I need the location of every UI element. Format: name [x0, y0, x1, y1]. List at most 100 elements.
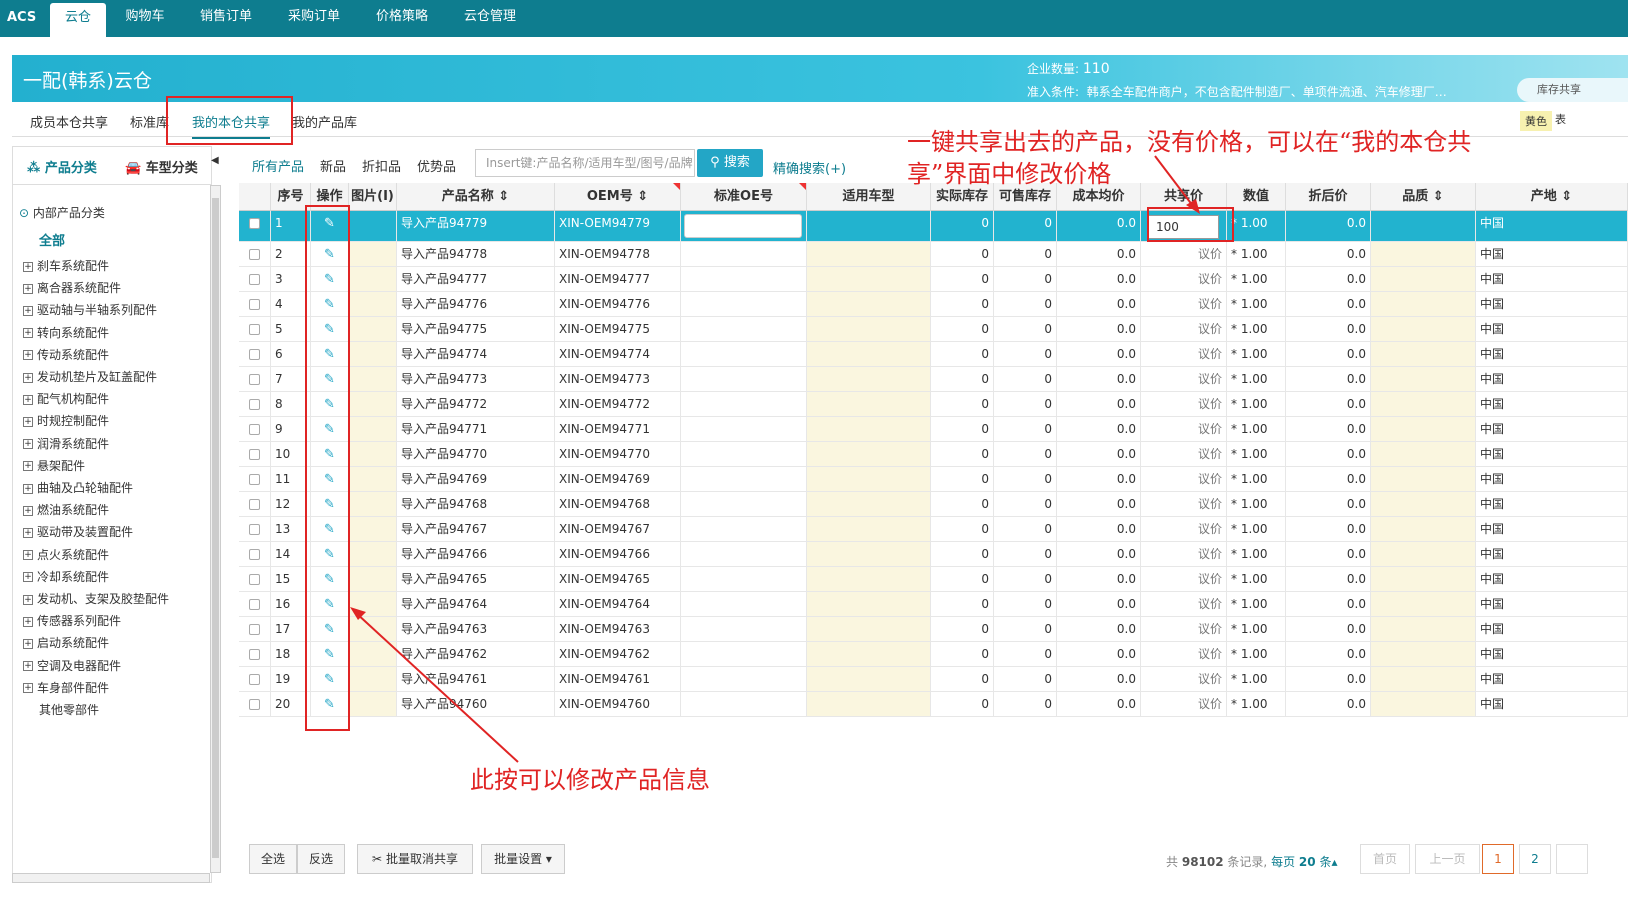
expand-icon[interactable]: +: [23, 483, 33, 494]
cell-op[interactable]: ✎: [311, 392, 349, 416]
tab-member-share[interactable]: 成员本仓共享: [30, 112, 108, 131]
first-page-button[interactable]: 首页: [1360, 844, 1410, 874]
cell-price[interactable]: 100: [1141, 211, 1227, 241]
page-more-button[interactable]: [1556, 844, 1588, 874]
table-row[interactable]: 11 ✎ 导入产品94769 XIN-OEM94769 0 0 0.0 议价 * 1.00 0.0…: [239, 467, 1628, 492]
expand-icon[interactable]: +: [23, 439, 33, 450]
table-row[interactable]: 12 ✎ 导入产品94768 XIN-OEM94768 0 0 0.0 议价 * 1.00 0.0…: [239, 492, 1628, 517]
cell-price[interactable]: 议价: [1141, 617, 1227, 641]
cell-price[interactable]: 议价: [1141, 642, 1227, 666]
table-row[interactable]: 7 ✎ 导入产品94773 XIN-OEM94773 0 0 0.0 议价 * 1.00 0.0 中…: [239, 367, 1628, 392]
row-checkbox[interactable]: [249, 674, 260, 685]
cell-chk[interactable]: [239, 442, 271, 466]
cell-op[interactable]: ✎: [311, 617, 349, 641]
column-header-name[interactable]: 产品名称 ⇕: [397, 183, 555, 211]
row-checkbox[interactable]: [249, 599, 260, 610]
tree-item[interactable]: + 曲轴及凸轮轴配件: [23, 479, 133, 496]
edit-icon[interactable]: ✎: [324, 497, 335, 512]
expand-icon[interactable]: +: [23, 372, 33, 383]
cell-chk[interactable]: [239, 567, 271, 591]
cell-price[interactable]: 议价: [1141, 467, 1227, 491]
filter-discount[interactable]: 折扣品: [362, 156, 401, 175]
table-row[interactable]: 15 ✎ 导入产品94765 XIN-OEM94765 0 0 0.0 议价 * 1.00 0.0…: [239, 567, 1628, 592]
edit-icon[interactable]: ✎: [324, 522, 335, 537]
tree-item[interactable]: + 车身部件配件: [23, 679, 109, 696]
cell-op[interactable]: ✎: [311, 267, 349, 291]
cell-op[interactable]: ✎: [311, 342, 349, 366]
tab-vehicle-category[interactable]: 🚘 车型分类: [125, 157, 198, 176]
row-checkbox[interactable]: [249, 218, 260, 229]
tree-item[interactable]: + 刹车系统配件: [23, 257, 109, 274]
tree-item[interactable]: + 润滑系统配件: [23, 435, 109, 452]
cell-price[interactable]: 议价: [1141, 567, 1227, 591]
tree-item[interactable]: + 离合器系统配件: [23, 279, 121, 296]
tree-item[interactable]: + 燃油系统配件: [23, 501, 109, 518]
cell-price[interactable]: 议价: [1141, 267, 1227, 291]
edit-icon[interactable]: ✎: [324, 347, 335, 362]
cell-op[interactable]: ✎: [311, 211, 349, 241]
cell-chk[interactable]: [239, 342, 271, 366]
edit-icon[interactable]: ✎: [324, 547, 335, 562]
edit-icon[interactable]: ✎: [324, 697, 335, 712]
table-row[interactable]: 8 ✎ 导入产品94772 XIN-OEM94772 0 0 0.0 议价 * 1.00 0.0 中…: [239, 392, 1628, 417]
row-checkbox[interactable]: [249, 424, 260, 435]
cell-price[interactable]: 议价: [1141, 342, 1227, 366]
cell-op[interactable]: ✎: [311, 317, 349, 341]
row-checkbox[interactable]: [249, 374, 260, 385]
nav-sales-orders[interactable]: 销售订单: [188, 0, 264, 37]
cell-price[interactable]: 议价: [1141, 542, 1227, 566]
expand-icon[interactable]: +: [23, 461, 33, 472]
cell-op[interactable]: ✎: [311, 242, 349, 266]
cell-chk[interactable]: [239, 292, 271, 316]
cell-chk[interactable]: [239, 267, 271, 291]
cell-price[interactable]: 议价: [1141, 242, 1227, 266]
expand-icon[interactable]: +: [23, 683, 33, 694]
expand-icon[interactable]: +: [23, 416, 33, 427]
table-row[interactable]: 9 ✎ 导入产品94771 XIN-OEM94771 0 0 0.0 议价 * 1.00 0.0 中…: [239, 417, 1628, 442]
table-row[interactable]: 5 ✎ 导入产品94775 XIN-OEM94775 0 0 0.0 议价 * 1.00 0.0 中…: [239, 317, 1628, 342]
expand-icon[interactable]: +: [23, 283, 33, 294]
select-all-button[interactable]: 全选: [249, 844, 297, 874]
row-checkbox[interactable]: [249, 274, 260, 285]
expand-icon[interactable]: +: [23, 350, 33, 361]
edit-icon[interactable]: ✎: [324, 216, 335, 231]
search-button[interactable]: ⚲ 搜索: [697, 149, 763, 177]
collapse-arrow-icon[interactable]: ◀: [211, 155, 221, 175]
row-checkbox[interactable]: [249, 324, 260, 335]
table-row[interactable]: 3 ✎ 导入产品94777 XIN-OEM94777 0 0 0.0 议价 * 1.00 0.0 中…: [239, 267, 1628, 292]
cell-chk[interactable]: [239, 667, 271, 691]
tree-item[interactable]: + 空调及电器配件: [23, 657, 121, 674]
tree-item[interactable]: + 发动机垫片及缸盖配件: [23, 368, 157, 385]
row-checkbox[interactable]: [249, 449, 260, 460]
tree-item[interactable]: + 冷却系统配件: [23, 568, 109, 585]
edit-icon[interactable]: ✎: [324, 322, 335, 337]
row-checkbox[interactable]: [249, 699, 260, 710]
table-row[interactable]: 10 ✎ 导入产品94770 XIN-OEM94770 0 0 0.0 议价 * 1.00 0.0…: [239, 442, 1628, 467]
cell-chk[interactable]: [239, 211, 271, 241]
cell-chk[interactable]: [239, 617, 271, 641]
cell-chk[interactable]: [239, 517, 271, 541]
row-checkbox[interactable]: [249, 574, 260, 585]
edit-icon[interactable]: ✎: [324, 247, 335, 262]
edit-icon[interactable]: ✎: [324, 647, 335, 662]
cell-price[interactable]: 议价: [1141, 417, 1227, 441]
cell-chk[interactable]: [239, 542, 271, 566]
tree-item[interactable]: + 悬架配件: [23, 457, 85, 474]
table-row[interactable]: 1 ✎ 导入产品94779 XIN-OEM94779 0 0 0.0 100 * 1.00 0.0…: [239, 211, 1628, 242]
row-checkbox[interactable]: [249, 624, 260, 635]
edit-icon[interactable]: ✎: [324, 672, 335, 687]
cell-chk[interactable]: [239, 392, 271, 416]
cell-chk[interactable]: [239, 417, 271, 441]
edit-icon[interactable]: ✎: [324, 422, 335, 437]
column-header-op[interactable]: 操作: [311, 183, 349, 211]
tab-product-category[interactable]: ⁂ 产品分类: [27, 157, 97, 176]
tree-item[interactable]: + 驱动带及装置配件: [23, 523, 133, 540]
per-page-selector[interactable]: 每页 20 条▴: [1271, 855, 1337, 869]
column-header-qty[interactable]: 数值: [1227, 183, 1286, 211]
cell-price[interactable]: 议价: [1141, 442, 1227, 466]
page-2-button[interactable]: 2: [1519, 844, 1551, 874]
cell-op[interactable]: ✎: [311, 592, 349, 616]
expand-icon[interactable]: +: [23, 661, 33, 672]
filter-new[interactable]: 新品: [320, 156, 346, 175]
cell-chk[interactable]: [239, 592, 271, 616]
